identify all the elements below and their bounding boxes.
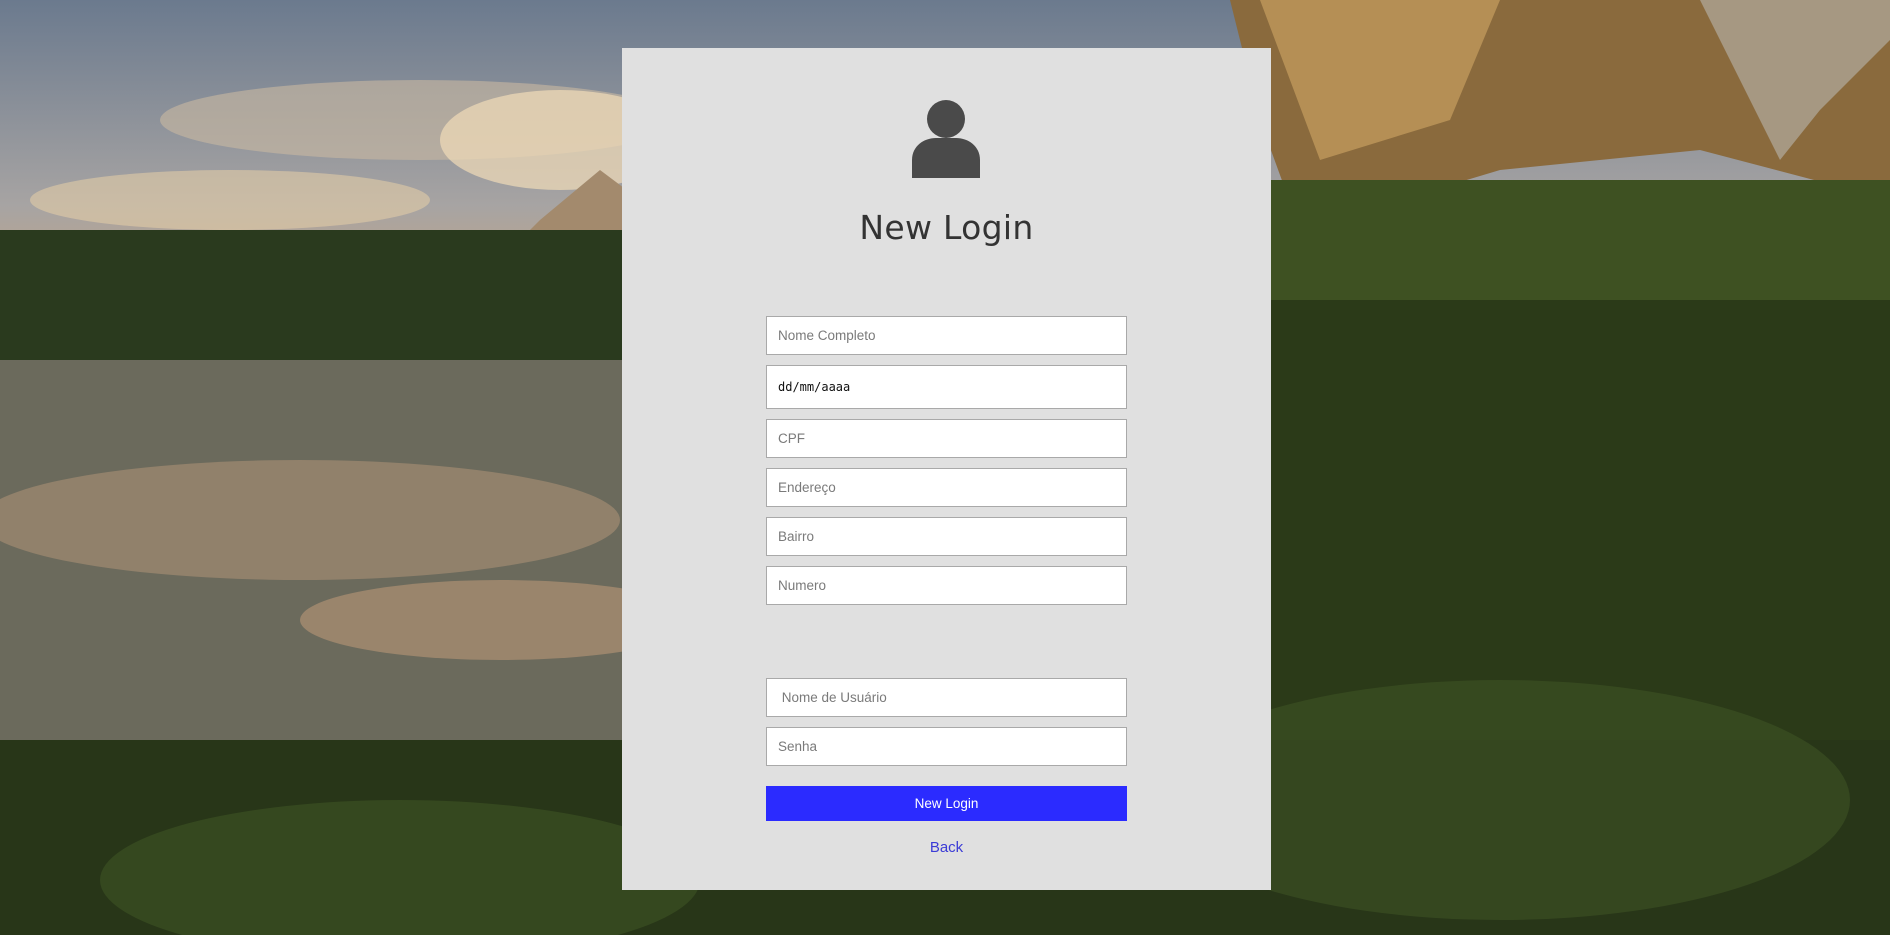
endereco-field[interactable]	[766, 468, 1127, 507]
user-icon	[912, 100, 980, 178]
bairro-field[interactable]	[766, 517, 1127, 556]
numero-field[interactable]	[766, 566, 1127, 605]
back-link[interactable]: Back	[622, 839, 1271, 856]
password-field[interactable]	[766, 727, 1127, 766]
cpf-field[interactable]	[766, 419, 1127, 458]
new-login-button[interactable]: New Login	[766, 786, 1127, 821]
data-nascimento-field[interactable]: dd/mm/aaaa	[766, 365, 1127, 409]
registration-card: New Login Cadastro dd/mm/aaaa Dados de L…	[622, 48, 1271, 890]
nome-completo-field[interactable]	[766, 316, 1127, 355]
username-field[interactable]	[766, 678, 1127, 717]
page-title: New Login	[859, 208, 1034, 247]
date-format-text: dd/mm/aaaa	[778, 380, 851, 394]
